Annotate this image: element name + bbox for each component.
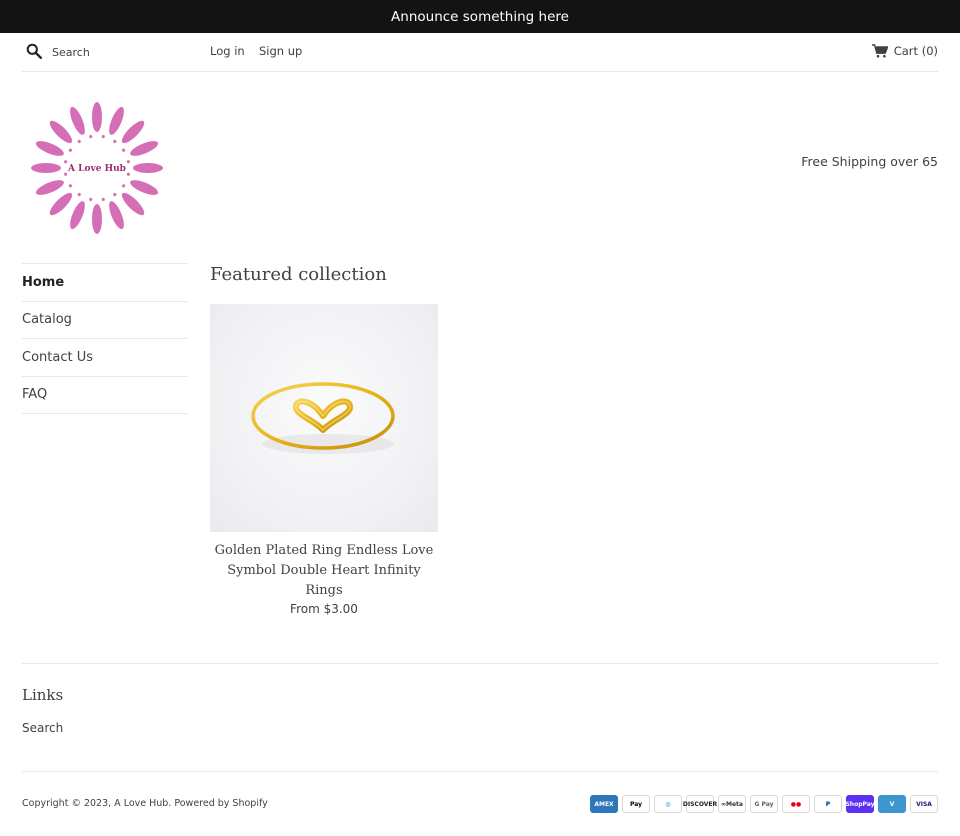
site-header-bar: Log in Sign up Cart (0) [22,33,938,72]
logo-dot [64,172,68,176]
announcement-text: Announce something here [391,8,569,25]
mastercard-icon: ●● [782,795,810,813]
footer-links-title: Links [22,686,64,704]
logo-dot [113,193,117,197]
venmo-icon: V [878,795,906,813]
sidebar-nav: Home Catalog Contact Us FAQ [22,263,188,414]
logo-petal [35,180,64,195]
visa-icon: VISA [910,795,938,813]
logo-petal [121,120,145,144]
product-card[interactable]: Golden Plated Ring Endless Love Symbol D… [210,304,438,616]
sidebar-item-faq[interactable]: FAQ [22,377,188,414]
logo-dot [126,160,130,164]
section-title: Featured collection [210,264,387,285]
shop-pay-icon: ShopPay [845,795,875,813]
sidebar-item-label: Contact Us [22,349,93,365]
logo-petal [109,201,124,230]
logo-dot [68,148,72,152]
shipping-note: Free Shipping over 65 [801,154,938,169]
cart-icon [871,44,888,58]
sidebar-item-label: Catalog [22,312,72,328]
paypal-icon: P [814,795,842,813]
logo-petal [133,163,163,173]
signup-link[interactable]: Sign up [259,44,302,58]
store-logo[interactable]: A Love Hub [27,98,167,238]
logo-text: A Love Hub [67,164,126,174]
login-link[interactable]: Log in [210,44,245,58]
sidebar-item-catalog[interactable]: Catalog [22,302,188,339]
footer-divider [22,663,938,664]
logo-dot [89,197,93,201]
sidebar-item-label: FAQ [22,387,48,403]
logo-dot [122,184,126,188]
copyright: Copyright © 2023, A Love Hub. Powered by… [22,798,268,809]
logo-dot [89,135,93,139]
discover-icon: DISCOVER [683,795,717,813]
sidebar-item-home[interactable]: Home [22,264,188,302]
logo-dot [77,193,81,197]
logo-dot [122,148,126,152]
logo-dot [101,197,105,201]
logo-petal [70,106,85,135]
logo-dot [101,135,105,139]
footer-divider [22,771,938,772]
amex-icon: AMEX [590,795,618,813]
payment-icons: AMEX Pay ◎ DISCOVER ∞Meta G Pay ●● P ShopPay V VIS… [590,795,938,813]
logo-petal [130,180,159,195]
logo-petal [130,141,159,156]
footer-link-search[interactable]: Search [22,721,63,735]
search-icon[interactable] [26,43,42,59]
diners-club-icon: ◎ [654,795,682,813]
announcement-bar: Announce something here [0,0,960,33]
sidebar-item-contact-us[interactable]: Contact Us [22,339,188,377]
logo-dot [77,139,81,143]
logo-dot [113,139,117,143]
logo-petal [49,192,73,216]
logo-petal [121,192,145,216]
google-pay-icon: G Pay [750,795,778,813]
cart-link[interactable]: Cart (0) [871,44,938,58]
sidebar-item-label: Home [22,274,65,290]
apple-pay-icon: Pay [622,795,650,813]
product-price: From $3.00 [290,602,358,616]
logo-dot [68,184,72,188]
logo-dot [64,160,68,164]
product-title[interactable]: Golden Plated Ring Endless Love Symbol D… [210,541,438,601]
meta-pay-icon: ∞Meta [718,795,746,813]
logo-petal [31,163,61,173]
logo-petal [92,204,102,234]
product-image[interactable] [210,304,438,532]
logo-petal [109,106,124,135]
cart-label: Cart (0) [893,44,938,58]
logo-petal [92,102,102,132]
logo-petal [35,141,64,156]
logo-petal [70,201,85,230]
logo-sunburst-icon: A Love Hub [31,102,163,234]
search-input[interactable] [52,42,202,62]
ring-image-icon [251,382,395,454]
logo-dot [126,172,130,176]
logo-petal [49,120,73,144]
